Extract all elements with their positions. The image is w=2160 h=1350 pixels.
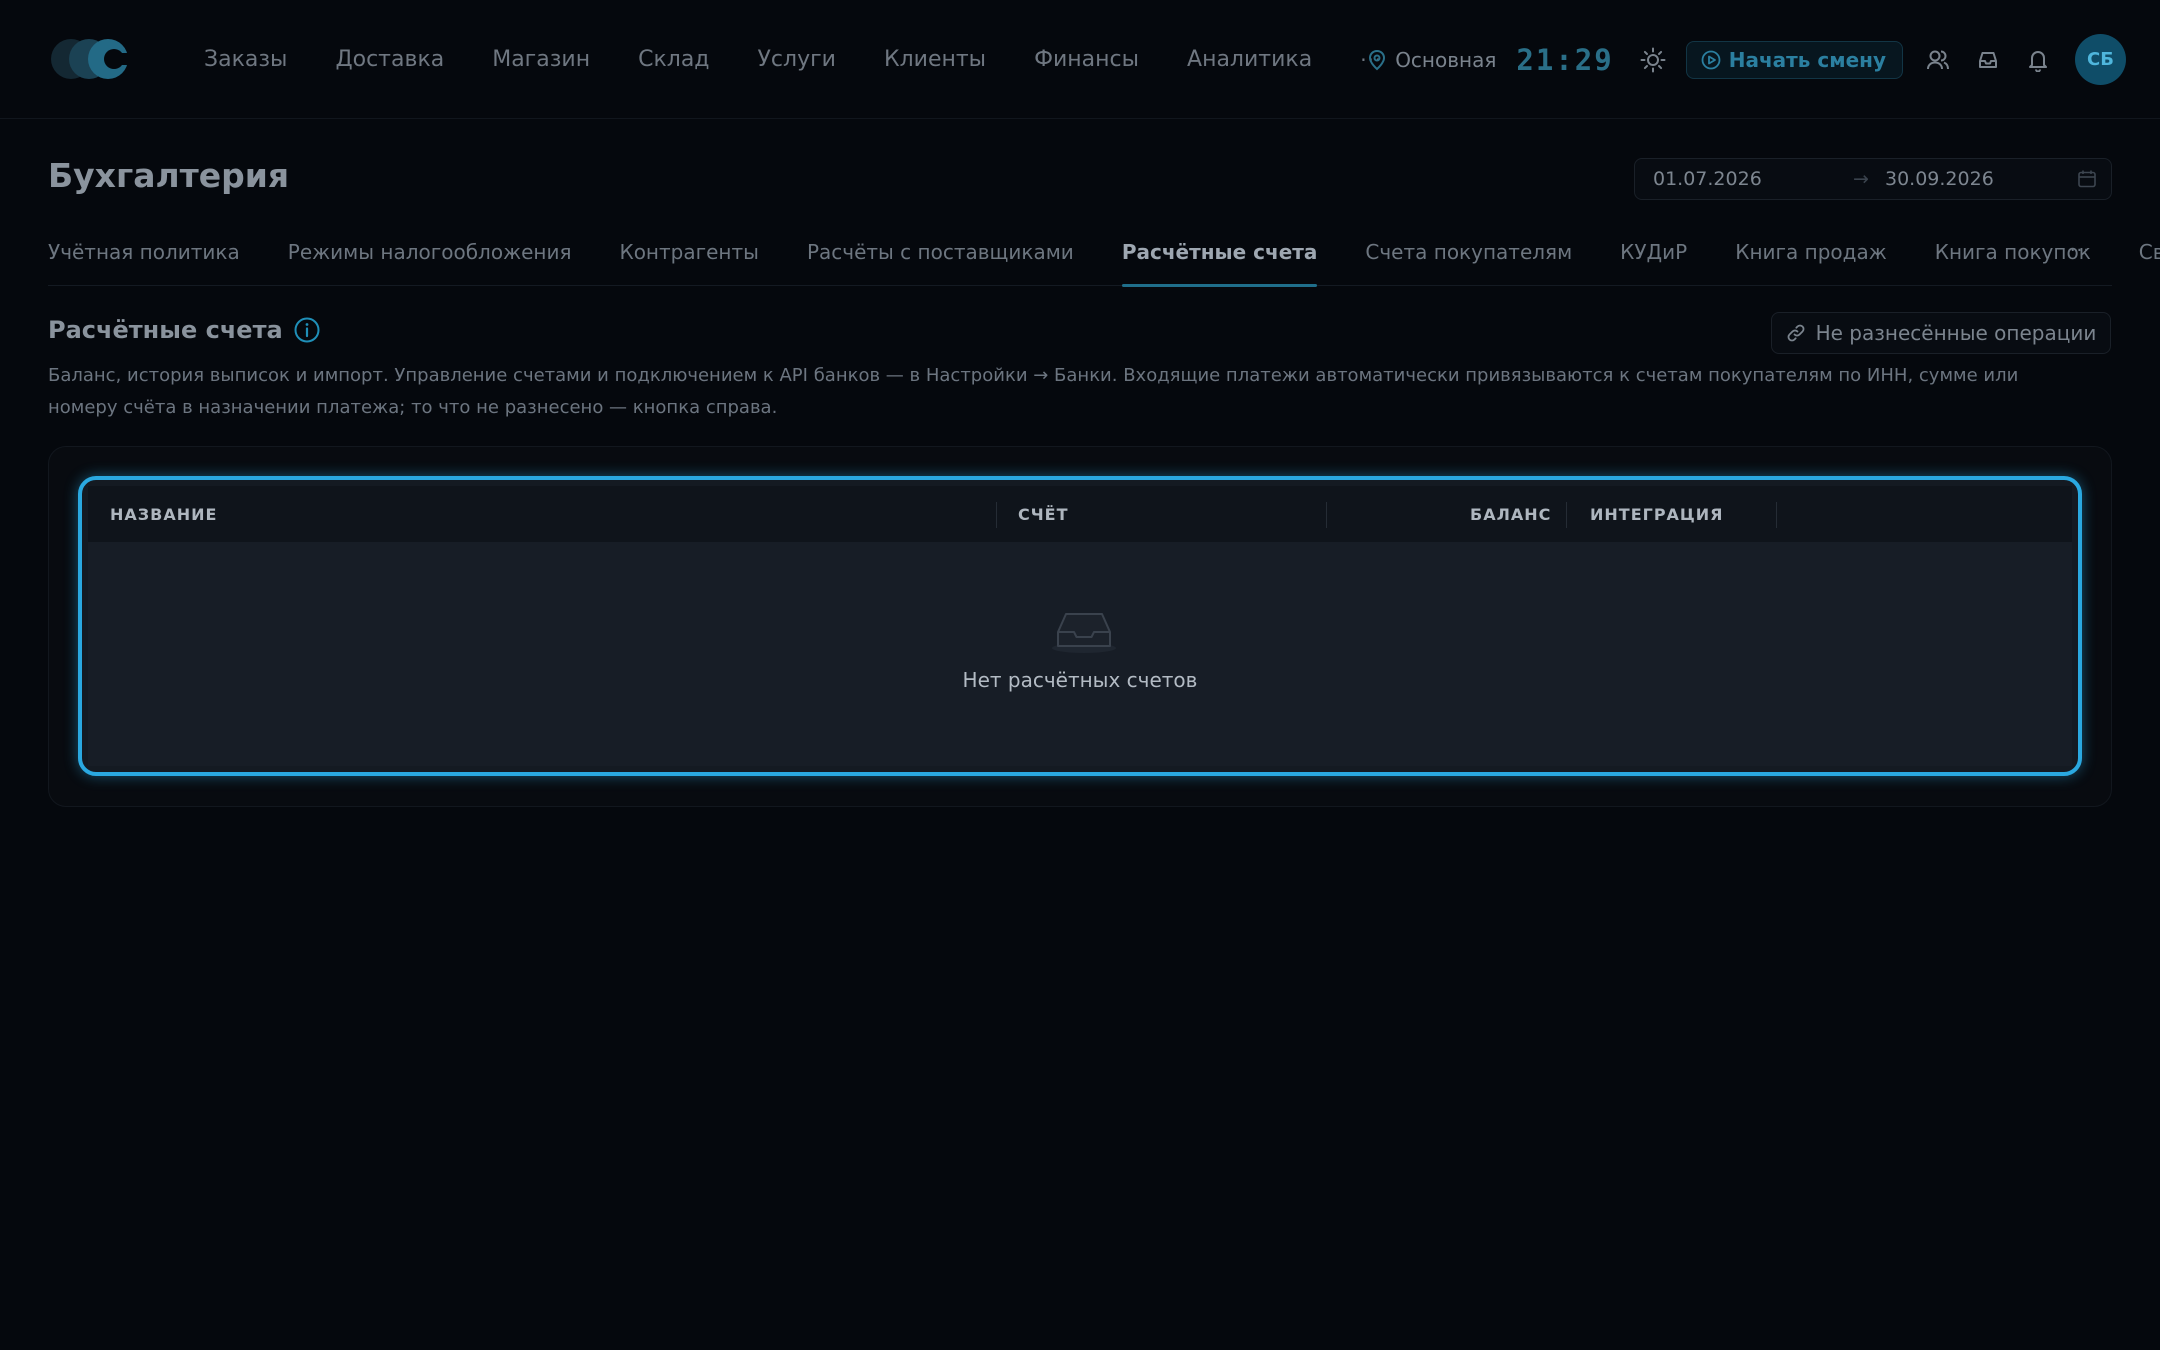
date-arrow: → [1853, 168, 1869, 190]
date-to[interactable]: 30.09.2026 [1885, 168, 1994, 190]
start-shift-label: Начать смену [1728, 47, 1886, 72]
accounts-table: НАЗВАНИЕ СЧЁТ БАЛАНС ИНТЕГРАЦИЯ Нет расч… [78, 476, 2082, 776]
tab-counterparties[interactable]: Контрагенты [620, 222, 759, 286]
nav-item-warehouse[interactable]: Склад [638, 47, 709, 72]
main-nav: Заказы Доставка Магазин Склад Услуги Кли… [204, 0, 1382, 119]
nav-item-orders[interactable]: Заказы [204, 47, 287, 72]
empty-inbox-icon [1052, 613, 1116, 653]
column-divider[interactable] [996, 502, 997, 528]
top-right-controls: Основная 21:29 Начать смену СБ [1367, 0, 2126, 119]
tabs-more-button[interactable]: ··· [2070, 240, 2090, 261]
nav-item-clients[interactable]: Клиенты [884, 47, 986, 72]
branch-selector[interactable]: Основная [1367, 48, 1496, 72]
nav-item-shop[interactable]: Магазин [492, 47, 590, 72]
inbox-icon [1979, 51, 1997, 68]
tab-tax-regimes[interactable]: Режимы налогообложения [288, 222, 572, 286]
column-header-account[interactable]: СЧЁТ [1018, 486, 1069, 542]
link-icon [1787, 324, 1805, 342]
column-header-name[interactable]: НАЗВАНИЕ [110, 486, 217, 542]
accounting-tabs: Учётная политика Режимы налогообложения … [48, 222, 2160, 287]
play-circle-icon [1701, 50, 1721, 69]
tab-customer-invoices[interactable]: Счета покупателям [1365, 222, 1572, 286]
sun-icon [1640, 47, 1666, 72]
date-range-picker[interactable]: 01.07.2026 → 30.09.2026 [1634, 158, 2112, 200]
logo-icon[interactable] [48, 36, 134, 82]
tab-supplier-settlements[interactable]: Расчёты с поставщиками [807, 222, 1074, 286]
theme-toggle[interactable] [1636, 43, 1670, 77]
tab-accounting-policy[interactable]: Учётная политика [48, 222, 240, 286]
column-header-integration[interactable]: ИНТЕГРАЦИЯ [1590, 486, 1723, 542]
calendar-icon[interactable] [2077, 169, 2097, 189]
inbox-button[interactable] [1971, 43, 2005, 77]
empty-state-text: Нет расчётных счетов [962, 668, 1198, 692]
tab-tax-summary[interactable]: Свод НД [2139, 222, 2160, 286]
section-title: Расчётные счета [48, 316, 321, 344]
section-title-text: Расчётные счета [48, 316, 283, 344]
table-header: НАЗВАНИЕ СЧЁТ БАЛАНС ИНТЕГРАЦИЯ [88, 486, 2072, 542]
column-header-balance[interactable]: БАЛАНС [1470, 486, 1551, 542]
unmatched-operations-label: Не разнесённые операции [1815, 321, 2097, 345]
avatar[interactable]: СБ [2075, 34, 2126, 85]
table-body: Нет расчётных счетов [88, 542, 2072, 766]
column-divider[interactable] [1566, 502, 1567, 528]
nav-item-services[interactable]: Услуги [758, 47, 836, 72]
column-divider[interactable] [1776, 502, 1777, 528]
notifications-button[interactable] [2021, 43, 2055, 77]
branch-name: Основная [1395, 47, 1497, 72]
page-title: Бухгалтерия [48, 156, 290, 195]
tab-purchase-book[interactable]: Книга покупок [1935, 222, 2091, 286]
users-button[interactable] [1921, 43, 1955, 77]
top-bar: Заказы Доставка Магазин Склад Услуги Кли… [0, 0, 2160, 119]
bell-icon [2029, 50, 2047, 72]
nav-item-analytics[interactable]: Аналитика [1187, 47, 1312, 72]
nav-item-finance[interactable]: Финансы [1034, 47, 1139, 72]
nav-item-delivery[interactable]: Доставка [335, 47, 444, 72]
date-from[interactable]: 01.07.2026 [1653, 168, 1762, 190]
info-icon[interactable] [293, 316, 321, 344]
users-icon [1927, 50, 1949, 69]
section-description: Баланс, история выписок и импорт. Управл… [48, 365, 2019, 418]
start-shift-button[interactable]: Начать смену [1685, 40, 1903, 79]
unmatched-operations-button[interactable]: Не разнесённые операции [1771, 312, 2111, 354]
tab-sales-book[interactable]: Книга продаж [1735, 222, 1887, 286]
tab-kudir[interactable]: КУДиР [1620, 222, 1687, 286]
location-pin-icon [1369, 49, 1386, 70]
column-divider[interactable] [1326, 502, 1327, 528]
clock: 21:29 [1516, 42, 1614, 77]
tab-bank-accounts[interactable]: Расчётные счета [1121, 222, 1317, 287]
